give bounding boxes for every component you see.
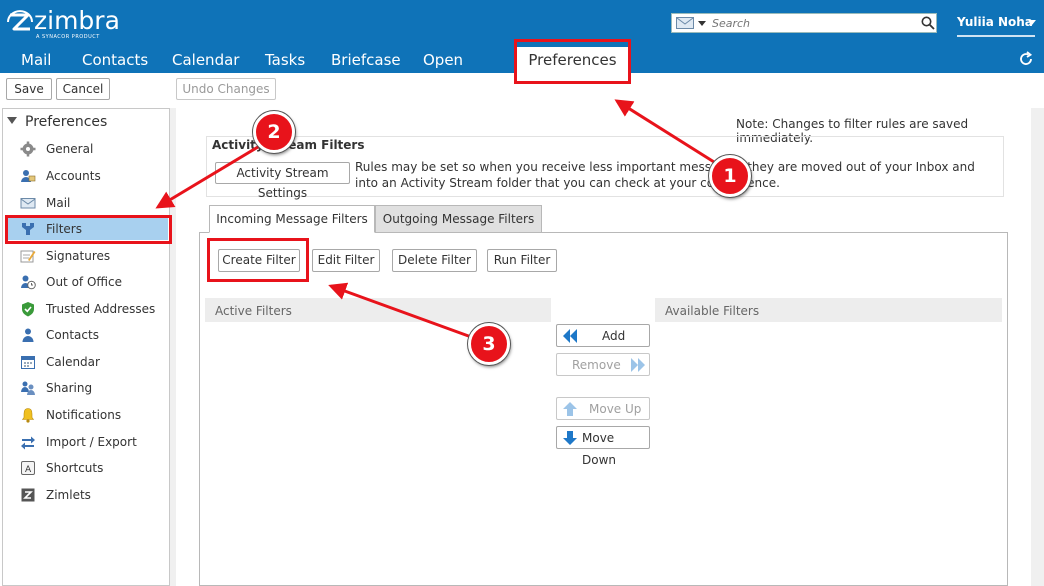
tab-calendar[interactable]: Calendar xyxy=(172,47,239,73)
search-input[interactable] xyxy=(712,15,912,31)
sidebar-item-general[interactable]: General xyxy=(6,138,168,160)
sidebar-item-contacts[interactable]: Contacts xyxy=(6,324,168,346)
tab-incoming-message-filters[interactable]: Incoming Message Filters xyxy=(209,205,375,233)
sidebar-item-out-of-office[interactable]: Out of Office xyxy=(6,271,168,293)
mail-icon xyxy=(20,198,36,209)
signature-icon xyxy=(20,250,36,263)
arrow-up-icon xyxy=(563,402,577,416)
sidebar-item-notifications[interactable]: Notifications xyxy=(6,404,168,426)
sidebar-item-label: Import / Export xyxy=(46,435,137,449)
available-filters-header: Available Filters xyxy=(655,298,1002,322)
sharing-icon xyxy=(21,381,35,395)
sidebar-item-label: Trusted Addresses xyxy=(46,302,156,316)
contacts-icon xyxy=(22,328,34,342)
sidebar-item-label: Shortcuts xyxy=(46,461,104,475)
step-badge-3: 3 xyxy=(468,323,510,365)
edit-filter-button[interactable]: Edit Filter xyxy=(312,249,380,272)
sidebar-item-accounts[interactable]: Accounts xyxy=(6,165,168,187)
sidebar-item-import-export[interactable]: Import / Export xyxy=(6,431,168,453)
sidebar-item-calendar[interactable]: Calendar xyxy=(6,351,168,373)
sidebar-item-sharing[interactable]: Sharing xyxy=(6,377,168,399)
sidebar-item-label: Contacts xyxy=(46,328,99,342)
sidebar-item-label: General xyxy=(46,142,94,156)
search-box[interactable] xyxy=(671,13,937,33)
save-button[interactable]: Save xyxy=(6,78,52,100)
bell-icon xyxy=(21,408,35,423)
sidebar-item-label: Sharing xyxy=(46,381,93,395)
shield-icon xyxy=(22,302,34,317)
sidebar-item-zimlets[interactable]: Zimlets xyxy=(6,484,168,506)
delete-filter-button[interactable]: Delete Filter xyxy=(392,249,477,272)
available-filters-list[interactable] xyxy=(655,322,1002,582)
move-up-button[interactable]: Move Up xyxy=(556,397,650,420)
sidebar-item-label: Notifications xyxy=(46,408,122,422)
vertical-scrollbar[interactable] xyxy=(1031,108,1044,586)
double-right-arrow-icon xyxy=(631,358,645,372)
zimlets-icon xyxy=(21,488,35,502)
preferences-tab-highlight xyxy=(514,39,631,84)
tab-tasks[interactable]: Tasks xyxy=(265,47,305,73)
tab-contacts[interactable]: Contacts xyxy=(82,47,148,73)
out-of-office-icon xyxy=(21,275,36,290)
user-menu[interactable]: Yuliia Noha xyxy=(957,15,1033,29)
shortcuts-icon: A xyxy=(21,461,35,475)
step-badge-2: 2 xyxy=(253,111,295,153)
active-filters-header: Active Filters xyxy=(205,298,551,322)
sidebar-item-label: Calendar xyxy=(46,355,100,369)
sidebar-item-label: Signatures xyxy=(46,249,111,263)
cancel-button[interactable]: Cancel xyxy=(56,78,110,100)
zimbra-logo-icon xyxy=(7,10,33,31)
zimbra-logo[interactable]: zimbra A SYNACOR PRODUCT xyxy=(6,6,130,40)
logo-text: zimbra xyxy=(34,6,120,35)
tab-briefcase[interactable]: Briefcase xyxy=(331,47,401,73)
move-down-button[interactable]: Move Down xyxy=(556,426,650,467)
activity-stream-description: Rules may be set so when you receive les… xyxy=(355,160,975,190)
tab-open-drive[interactable]: Open Drive xyxy=(423,47,463,95)
run-filter-button[interactable]: Run Filter xyxy=(487,249,557,272)
preferences-sidebar: Preferences General Accounts Mail Filter… xyxy=(2,108,170,586)
activity-stream-settings-button[interactable]: Activity Stream Settings xyxy=(215,162,350,200)
user-underline xyxy=(957,35,1035,37)
search-icon[interactable] xyxy=(921,16,935,30)
import-export-icon xyxy=(21,436,35,450)
calendar-icon xyxy=(21,356,35,369)
sidebar-item-shortcuts[interactable]: A Shortcuts xyxy=(6,457,168,479)
sidebar-item-mail[interactable]: Mail xyxy=(6,192,168,214)
chevron-down-icon[interactable] xyxy=(7,117,17,124)
accounts-icon xyxy=(21,170,36,182)
gear-icon xyxy=(20,141,36,157)
sidebar-item-label: Out of Office xyxy=(46,275,122,289)
sidebar-item-label: Mail xyxy=(46,196,71,210)
sidebar-item-signatures[interactable]: Signatures xyxy=(6,245,168,267)
sidebar-splitter[interactable] xyxy=(170,108,176,586)
add-filter-button[interactable]: Add xyxy=(556,324,650,347)
sidebar-item-trusted-addresses[interactable]: Trusted Addresses xyxy=(6,298,168,320)
arrow-down-icon xyxy=(563,431,577,445)
double-left-arrow-icon xyxy=(563,329,577,343)
refresh-icon[interactable] xyxy=(1018,51,1034,67)
filters-item-highlight xyxy=(5,215,172,244)
create-filter-highlight xyxy=(207,238,309,282)
mail-search-type-icon[interactable] xyxy=(676,17,694,29)
logo-subtitle: A SYNACOR PRODUCT xyxy=(36,34,100,40)
svg-text:A: A xyxy=(25,465,32,475)
undo-changes-button[interactable]: Undo Changes xyxy=(176,78,276,100)
sidebar-header[interactable]: Preferences xyxy=(7,114,107,130)
chevron-down-icon[interactable] xyxy=(698,21,706,26)
chevron-down-icon[interactable] xyxy=(1028,20,1036,25)
step-badge-1: 1 xyxy=(709,155,751,197)
sidebar-item-label: Accounts xyxy=(46,169,101,183)
sidebar-item-label: Zimlets xyxy=(46,488,91,502)
tab-mail[interactable]: Mail xyxy=(21,47,51,73)
tab-outgoing-message-filters[interactable]: Outgoing Message Filters xyxy=(375,205,542,233)
remove-filter-button[interactable]: Remove xyxy=(556,353,650,376)
